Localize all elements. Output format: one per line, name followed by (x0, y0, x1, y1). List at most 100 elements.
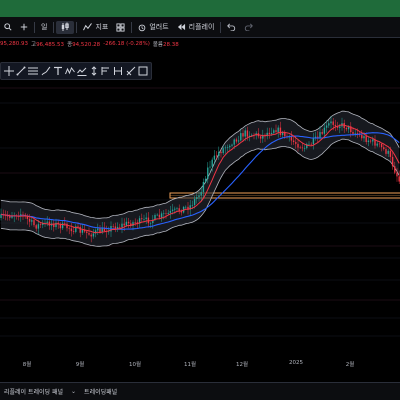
candle-body (380, 143, 383, 148)
time-tick: 12월 (235, 362, 249, 368)
candle-body (385, 149, 387, 154)
candle-body (389, 150, 392, 157)
candle-body (193, 198, 196, 205)
drawing-toolbar (0, 62, 152, 80)
candle-body (299, 147, 301, 149)
candle-body (169, 210, 172, 213)
time-tick: 2월 (345, 362, 355, 368)
crosshair-icon[interactable] (4, 66, 15, 77)
interval-button[interactable]: 일 (37, 17, 51, 37)
candle-body (191, 204, 194, 206)
candle-body (134, 222, 136, 223)
candle-body (185, 206, 187, 208)
candle-body (259, 136, 262, 139)
volume-value: 28.38 (162, 41, 179, 48)
candle-body (235, 139, 238, 142)
candle-body (376, 143, 378, 146)
candle-body (209, 166, 211, 168)
high-value: 96,485.53 (36, 41, 65, 48)
candle-body (70, 228, 73, 232)
trading-panel-tab[interactable]: 트레이딩패널 (80, 387, 121, 396)
time-tick: 9월 (75, 362, 85, 368)
candle-body (303, 148, 306, 149)
candle-body (79, 226, 81, 233)
candle-body (354, 133, 356, 134)
candle-body (127, 221, 130, 224)
candle-body (394, 166, 396, 173)
candle-body (369, 140, 372, 142)
candle-body (119, 226, 121, 228)
candle-body (149, 223, 152, 224)
brush-icon[interactable] (40, 66, 51, 77)
toolbar-divider (131, 21, 133, 33)
prediction-icon[interactable] (77, 66, 88, 77)
candle-body (61, 223, 64, 229)
time-tick: 11월 (183, 362, 197, 368)
add-symbol-icon[interactable] (16, 17, 32, 37)
candle-body (204, 178, 207, 182)
trendline-icon[interactable] (16, 66, 27, 77)
candle-body (178, 208, 180, 211)
undo-icon[interactable] (223, 17, 240, 37)
chevron-down-icon[interactable]: ⌄ (67, 388, 80, 395)
replay-button[interactable]: 리플레이 (173, 17, 219, 37)
price-chart[interactable] (0, 48, 400, 354)
chart-type-button[interactable] (56, 20, 75, 34)
candle-body (108, 231, 110, 233)
candle-body (112, 225, 114, 227)
candle-body (229, 145, 231, 148)
replay-trading-panel-tab[interactable]: 리플레이 트레이딩 패널 (0, 387, 67, 396)
candle-body (323, 127, 326, 134)
candle-body (207, 167, 209, 179)
candle-body (310, 143, 312, 145)
candle-body (158, 214, 161, 218)
zoom-icon[interactable] (137, 66, 148, 77)
candle-body (246, 130, 249, 137)
candle-body (198, 195, 200, 198)
alert-button[interactable]: 얼러트 (134, 17, 172, 37)
candle-body (321, 132, 323, 134)
position-icon[interactable] (113, 66, 124, 77)
fib-icon[interactable] (28, 66, 39, 77)
candle-body (46, 221, 48, 223)
pattern-icon[interactable] (64, 66, 75, 77)
candle-body (279, 127, 282, 135)
time-axis[interactable]: 8월 9월 10월 11월 12월 2025 2월 (0, 354, 400, 382)
layout-icon[interactable] (112, 17, 129, 37)
candle-body (361, 134, 363, 139)
emoji-icon[interactable] (101, 66, 112, 77)
text-icon[interactable] (52, 66, 63, 77)
candle-body (365, 136, 367, 142)
candle-body (174, 208, 176, 210)
candle-body (268, 132, 271, 135)
browser-top-bar (0, 0, 400, 17)
candle-body (391, 156, 394, 167)
replay-label: 리플레이 (188, 23, 215, 31)
change-value: -266.18 (-0.28%) (103, 40, 150, 47)
candle-body (224, 147, 227, 149)
candle-body (9, 216, 11, 218)
indicators-button[interactable]: 지표 (79, 17, 112, 37)
measure-icon[interactable] (89, 66, 100, 77)
candle-body (64, 223, 66, 224)
candle-body (202, 181, 205, 192)
candle-body (222, 148, 224, 154)
candle-body (176, 208, 178, 209)
candle-body (220, 151, 222, 154)
candle-body (270, 132, 273, 135)
toolbar-divider (53, 21, 55, 33)
candle-body (325, 125, 328, 128)
candle-body (244, 130, 246, 137)
candle-body (39, 224, 42, 225)
symbol-search-icon[interactable] (0, 17, 16, 37)
candle-body (88, 232, 90, 235)
candle-body (213, 155, 216, 160)
candle-body (160, 213, 163, 218)
candle-body (66, 223, 68, 229)
candle-body (33, 220, 35, 226)
candle-body (196, 197, 198, 199)
redo-icon[interactable] (240, 17, 257, 37)
ruler-icon[interactable] (125, 66, 136, 77)
candle-body (211, 159, 213, 167)
candle-body (312, 138, 315, 145)
